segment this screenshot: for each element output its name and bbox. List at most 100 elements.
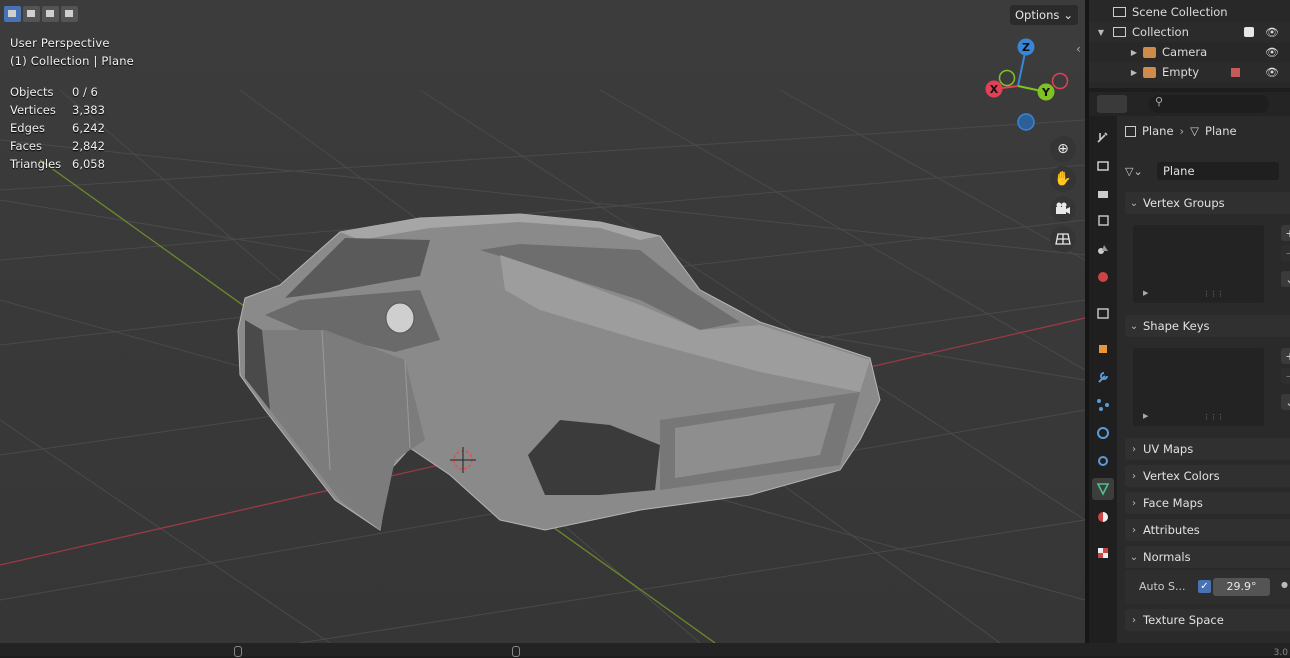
material-tab-icon[interactable]	[1092, 506, 1114, 528]
chevron-down-icon: ⌄	[1129, 197, 1139, 209]
outliner-row-empty[interactable]: ▶ Empty 👁	[1089, 62, 1290, 82]
neg-z-axis-handle	[1017, 113, 1035, 131]
expand-arrow-icon[interactable]: ▶	[1143, 289, 1148, 297]
camera-view-icon[interactable]	[1050, 196, 1076, 222]
output-tab-icon[interactable]	[1092, 182, 1114, 204]
vertex-groups-list[interactable]: ▶ ⋮⋮⋮	[1133, 225, 1264, 303]
empty-object-icon	[1143, 66, 1156, 78]
stat-label: Faces	[10, 139, 42, 153]
select-intersect-button[interactable]	[61, 6, 78, 22]
remove-shape-key-button[interactable]: −	[1281, 368, 1290, 384]
mesh-data-tab-icon[interactable]	[1092, 478, 1114, 500]
face-maps-panel-header[interactable]: › Face Maps	[1125, 492, 1290, 514]
outliner-label: Scene Collection	[1132, 5, 1228, 19]
select-mode-buttons	[4, 6, 78, 22]
stat-row: Triangles 6,058	[10, 155, 105, 173]
object-tab-icon[interactable]	[1092, 338, 1114, 360]
editor-type-dropdown[interactable]	[1097, 95, 1127, 113]
auto-smooth-checkbox[interactable]: ✓	[1198, 580, 1211, 593]
properties-tabs	[1089, 116, 1117, 656]
panel-title: Face Maps	[1143, 496, 1203, 510]
navigation-gizmo[interactable]: Z X Y	[980, 36, 1072, 136]
normals-panel-header[interactable]: ⌄ Normals	[1125, 546, 1290, 568]
outliner-label: Empty	[1162, 65, 1200, 79]
outliner-label: Collection	[1132, 25, 1189, 39]
chevron-down-icon: ⌄	[1133, 164, 1143, 178]
outliner-row-collection[interactable]: ▼ Collection 👁	[1089, 22, 1290, 42]
eye-icon[interactable]: 👁	[1265, 46, 1279, 59]
select-subtract-button[interactable]	[42, 6, 59, 22]
select-extend-button[interactable]	[23, 6, 40, 22]
panel-title: Vertex Colors	[1143, 469, 1220, 483]
panel-title: Texture Space	[1143, 613, 1224, 627]
world-tab-icon[interactable]	[1092, 266, 1114, 288]
stat-value: 0 / 6	[72, 85, 98, 99]
perspective-grid-icon[interactable]	[1050, 226, 1076, 252]
auto-smooth-label: Auto S...	[1139, 580, 1186, 593]
panel-title: Vertex Groups	[1143, 196, 1225, 210]
constraint-icon	[1231, 67, 1240, 77]
particles-tab-icon[interactable]	[1092, 394, 1114, 416]
3d-viewport[interactable]: User Perspective (1) Collection | Plane …	[0, 0, 1085, 643]
chevron-down-icon: ⌄	[1063, 8, 1073, 22]
expand-arrow-icon[interactable]: ▶	[1143, 412, 1148, 420]
chevron-right-icon: ›	[1132, 524, 1136, 536]
add-vertex-group-button[interactable]: +	[1281, 225, 1290, 241]
vertex-colors-panel-header[interactable]: › Vertex Colors	[1125, 465, 1290, 487]
outliner-row-camera[interactable]: ▶ Camera 👁	[1089, 42, 1290, 62]
breadcrumb-object: Plane	[1142, 124, 1174, 138]
modifier-wrench-icon[interactable]	[1092, 366, 1114, 388]
exclude-checkbox[interactable]	[1244, 27, 1254, 37]
chevron-left-icon[interactable]: ‹	[1076, 42, 1081, 56]
expand-arrow-icon[interactable]: ▶	[1089, 48, 1143, 57]
vertex-groups-panel-header[interactable]: ⌄ Vertex Groups	[1125, 192, 1290, 214]
texture-space-panel-header[interactable]: › Texture Space	[1125, 609, 1290, 631]
auto-smooth-angle-field[interactable]: 29.9°	[1213, 578, 1270, 596]
neg-y-axis-handle	[998, 69, 1016, 87]
select-new-button[interactable]	[4, 6, 21, 22]
tool-tab-icon[interactable]	[1092, 126, 1114, 148]
chevron-right-icon: ›	[1132, 470, 1136, 482]
expand-arrow-icon[interactable]: ▶	[1089, 68, 1143, 77]
collection-tab-icon[interactable]	[1092, 302, 1114, 324]
resize-grip-icon[interactable]: ⋮⋮⋮	[1203, 413, 1224, 421]
outliner-row-scene-collection[interactable]: Scene Collection	[1089, 2, 1290, 22]
constraints-tab-icon[interactable]	[1092, 450, 1114, 472]
view-layer-tab-icon[interactable]	[1092, 210, 1114, 232]
search-input[interactable]: ⚲	[1149, 95, 1269, 113]
resize-grip-icon[interactable]: ⋮⋮⋮	[1203, 290, 1224, 298]
stat-row: Vertices 3,383	[10, 101, 105, 119]
normals-panel-body: Auto S... ✓ 29.9° ●	[1125, 570, 1290, 604]
keyframe-dot-icon[interactable]: ●	[1281, 580, 1288, 589]
render-tab-icon[interactable]	[1092, 154, 1114, 176]
options-dropdown[interactable]: Options ⌄	[1010, 5, 1078, 25]
vertex-group-menu-button[interactable]: ⌄	[1281, 271, 1290, 287]
mesh-browse-button[interactable]: ▽ ⌄	[1125, 162, 1155, 180]
expand-arrow-icon[interactable]: ▼	[1089, 28, 1113, 37]
chevron-down-icon: ⌄	[1129, 320, 1139, 332]
shape-keys-list[interactable]: ▶ ⋮⋮⋮	[1133, 348, 1264, 426]
attributes-panel-header[interactable]: › Attributes	[1125, 519, 1290, 541]
zoom-icon[interactable]: ⊕	[1050, 136, 1076, 162]
physics-tab-icon[interactable]	[1092, 422, 1114, 444]
add-shape-key-button[interactable]: +	[1281, 348, 1290, 364]
chevron-right-icon: ›	[1132, 614, 1136, 626]
eye-icon[interactable]: 👁	[1265, 66, 1279, 79]
options-label: Options	[1014, 8, 1060, 22]
breadcrumb: Plane › ▽ Plane	[1125, 124, 1237, 138]
mouse-icon	[234, 646, 242, 657]
stat-value: 6,058	[72, 157, 105, 171]
pan-hand-icon[interactable]: ✋	[1050, 166, 1076, 192]
mesh-icon: ▽	[1125, 164, 1134, 178]
scene-tab-icon[interactable]	[1092, 238, 1114, 260]
stat-value: 2,842	[72, 139, 105, 153]
texture-tab-icon[interactable]	[1092, 542, 1114, 564]
panel-title: UV Maps	[1143, 442, 1194, 456]
chevron-right-icon: ›	[1179, 124, 1185, 138]
mesh-name-field[interactable]: Plane	[1157, 162, 1279, 180]
remove-vertex-group-button[interactable]: −	[1281, 245, 1290, 261]
uv-maps-panel-header[interactable]: › UV Maps	[1125, 438, 1290, 460]
shape-key-menu-button[interactable]: ⌄	[1281, 394, 1290, 410]
eye-icon[interactable]: 👁	[1265, 26, 1279, 39]
shape-keys-panel-header[interactable]: ⌄ Shape Keys	[1125, 315, 1290, 337]
